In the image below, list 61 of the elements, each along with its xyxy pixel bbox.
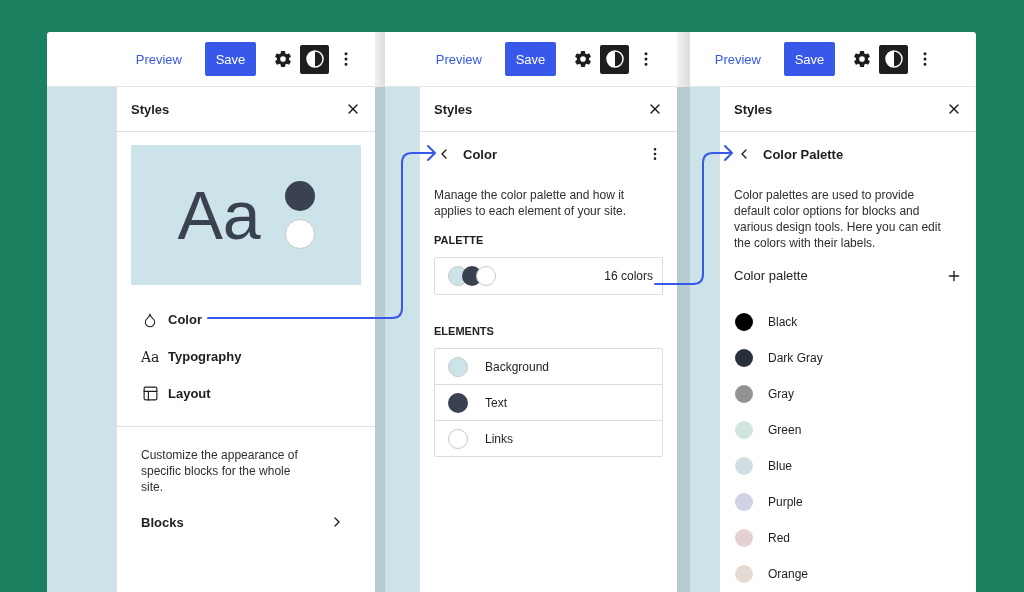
palette-entry[interactable]: Green [720, 412, 976, 448]
color-name: Orange [768, 567, 809, 581]
palette-label: Color palette [734, 268, 808, 283]
preview-link[interactable]: Preview [135, 51, 182, 67]
styles-button[interactable] [300, 44, 329, 74]
palette-entry[interactable]: Purple [720, 484, 976, 520]
typography-icon: Aa [141, 348, 159, 365]
color-name: Black [768, 315, 798, 329]
styles-button[interactable] [600, 44, 629, 74]
palette-button[interactable]: 16 colors [434, 257, 663, 295]
contrast-icon [605, 50, 624, 68]
settings-icon[interactable] [274, 50, 292, 68]
blocks-label: Blocks [141, 514, 184, 530]
element-item[interactable]: Text [435, 384, 662, 420]
section-heading: PALETTE [434, 234, 485, 246]
element-label: Text [485, 395, 507, 410]
color-name: Blue [768, 459, 793, 473]
save-button[interactable]: Save [205, 42, 256, 76]
color-name: Red [768, 531, 790, 545]
save-button[interactable]: Save [505, 42, 556, 76]
description-text: Customize the appearance of specific blocks for the whole site. [141, 447, 299, 495]
menu-item[interactable]: Layout [141, 375, 375, 412]
menu-item[interactable]: Aa Typography [141, 338, 375, 375]
contrast-icon [884, 50, 903, 68]
description-text: Color palettes are used to provide default color options for blocks and various design tools. Here you can edit the colors with their labels. [734, 187, 942, 251]
palette-entry[interactable]: Dark Gray [720, 340, 976, 376]
settings-icon[interactable] [853, 50, 871, 68]
menu-label: Layout [168, 386, 211, 401]
save-button[interactable]: Save [784, 42, 835, 76]
element-label: Background [485, 359, 550, 374]
contrast-icon [305, 50, 324, 68]
preview-link[interactable]: Preview [714, 51, 761, 67]
color-name: Gray [768, 387, 794, 401]
settings-icon[interactable] [574, 50, 592, 68]
color-name: Purple [768, 495, 803, 509]
blocks-item[interactable]: Blocks [117, 507, 375, 537]
styles-button[interactable] [879, 44, 908, 74]
panel-title: Styles [734, 101, 773, 117]
palette-entry[interactable]: Gray [720, 376, 976, 412]
menu-label: Typography [168, 349, 242, 364]
menu-item[interactable]: Color [141, 301, 375, 338]
menu-label: Color [168, 312, 202, 327]
element-label: Links [485, 431, 513, 446]
color-name: Green [768, 423, 802, 437]
preview-link[interactable]: Preview [435, 51, 482, 67]
color-count: 16 colors [604, 269, 653, 283]
section-title: Color Palette [763, 146, 845, 162]
section-heading: ELEMENTS [434, 325, 495, 337]
panel-title: Styles [434, 101, 473, 117]
font-sample: Aa [177, 176, 261, 254]
palette-entry[interactable]: Red [720, 520, 976, 556]
section-title: Color [463, 146, 498, 162]
layout-icon [141, 385, 159, 402]
element-item[interactable]: Links [435, 420, 662, 456]
panel-title: Styles [131, 101, 170, 117]
palette-entry[interactable]: Blue [720, 448, 976, 484]
description-text: Manage the color palette and how it applies to each element of your site. [434, 187, 628, 219]
palette-entry[interactable]: Black [720, 304, 976, 340]
element-item[interactable]: Background [435, 349, 662, 384]
palette-entry[interactable]: Orange [720, 556, 976, 592]
color-name: Dark Gray [768, 351, 823, 365]
